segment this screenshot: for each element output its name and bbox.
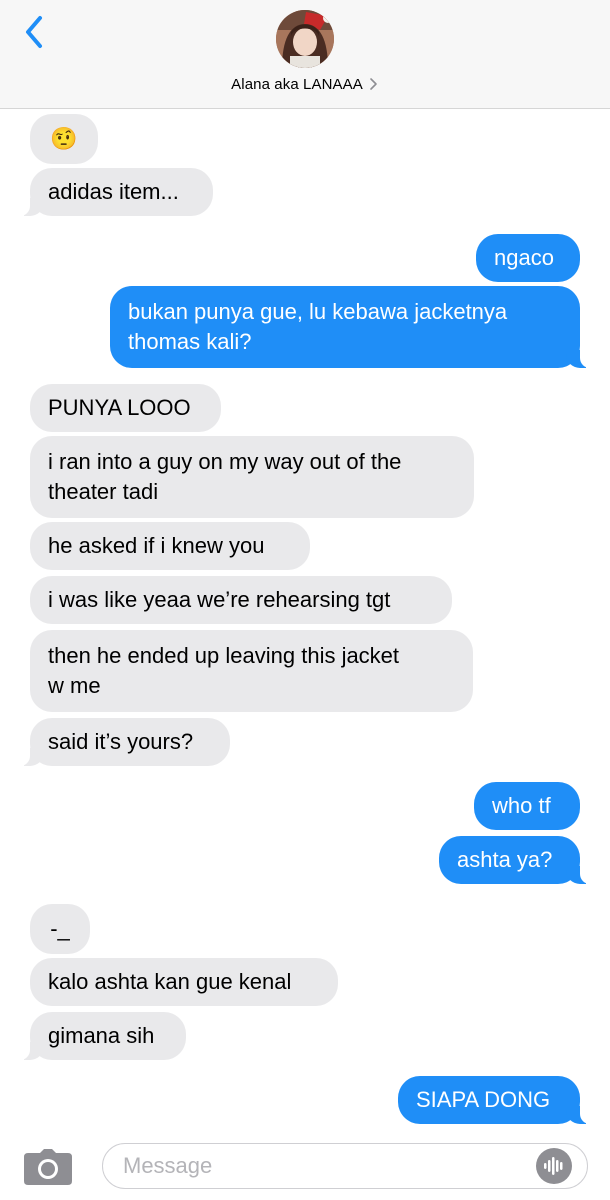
message-bubble-incoming[interactable]: he asked if i knew you	[30, 522, 310, 570]
message-bubble-outgoing[interactable]: ngaco	[476, 234, 580, 282]
message-text: said it’s yours?	[48, 729, 194, 754]
message-bubble-incoming[interactable]: gimana sih	[16, 1012, 186, 1060]
message-bubble-incoming[interactable]: i was like yeaa we’re rehearsing tgt	[30, 576, 452, 624]
message-text: PUNYA LOOO	[48, 395, 191, 420]
camera-icon	[24, 1149, 72, 1185]
message-bubble-incoming[interactable]: -_	[30, 904, 90, 954]
message-bubble-outgoing[interactable]: bukan punya gue, lu kebawa jacketnya tho…	[110, 286, 594, 368]
message-bubble-incoming[interactable]: PUNYA LOOO	[30, 384, 221, 432]
back-button[interactable]	[18, 10, 58, 54]
message-text: kalo ashta kan gue kenal	[48, 969, 292, 994]
message-text: he asked if i knew you	[48, 533, 265, 558]
contact-photo	[276, 10, 334, 68]
message-text: 🤨	[50, 126, 78, 151]
message-bubble-incoming[interactable]: i ran into a guy on my way out of the th…	[30, 436, 474, 518]
message-text: bukan punya gue, lu kebawa jacketnya tho…	[128, 299, 508, 354]
message-text: adidas item...	[48, 179, 179, 204]
composer-bar	[0, 1133, 610, 1200]
message-text: ashta ya?	[457, 847, 553, 872]
message-text: SIAPA DONG	[416, 1087, 551, 1112]
message-text: then he ended up leaving this jacket w m…	[48, 643, 400, 698]
audio-waveform-icon	[544, 1157, 563, 1175]
message-bubble-outgoing[interactable]: ashta ya?	[439, 836, 594, 884]
chevron-left-icon	[26, 16, 42, 48]
message-bubble-incoming[interactable]: then he ended up leaving this jacket w m…	[30, 630, 473, 712]
message-bubble-incoming[interactable]: kalo ashta kan gue kenal	[30, 958, 338, 1006]
message-text: -_	[50, 916, 70, 941]
message-text: gimana sih	[48, 1023, 155, 1048]
message-thread[interactable]: 🤨 adidas item... ngaco bukan punya gue, …	[0, 108, 610, 1133]
conversation-header: Alana aka LANAAA	[0, 0, 610, 109]
contact-details-link[interactable]: Alana aka LANAAA	[0, 72, 610, 96]
avatar[interactable]	[276, 10, 334, 68]
camera-button[interactable]	[24, 1149, 72, 1185]
message-bubble-outgoing[interactable]: SIAPA DONG	[398, 1076, 594, 1124]
contact-name: Alana aka LANAAA	[231, 75, 363, 93]
message-bubble-outgoing[interactable]: who tf	[474, 782, 580, 830]
message-bubble-incoming[interactable]: said it’s yours?	[16, 718, 230, 766]
message-text: who tf	[492, 793, 551, 818]
audio-message-button[interactable]	[536, 1148, 572, 1184]
message-bubble-incoming[interactable]: 🤨	[30, 114, 98, 164]
message-text: ngaco	[494, 245, 554, 270]
chevron-right-icon	[370, 78, 377, 90]
message-input[interactable]	[102, 1143, 588, 1189]
message-bubble-incoming[interactable]: adidas item...	[16, 168, 213, 216]
messages-screen: Alana aka LANAAA 🤨 adidas item... ngaco …	[0, 0, 610, 1200]
message-text: i was like yeaa we’re rehearsing tgt	[48, 587, 391, 612]
message-text: i ran into a guy on my way out of the th…	[48, 449, 402, 504]
